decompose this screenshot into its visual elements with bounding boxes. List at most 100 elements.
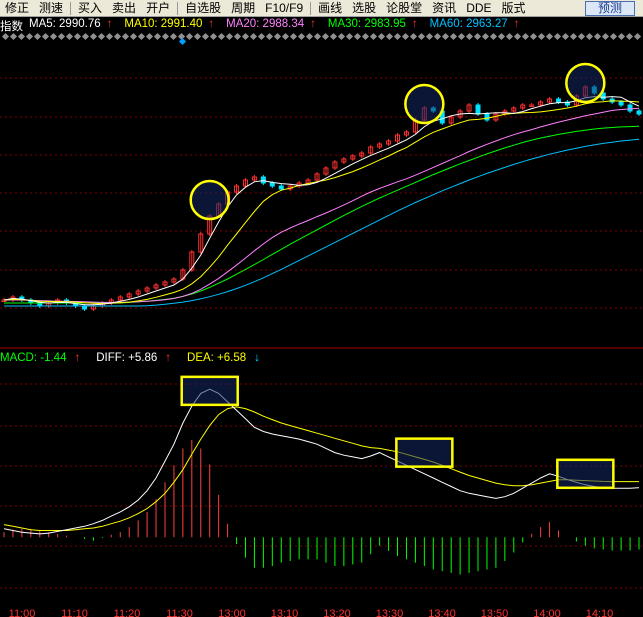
time-axis-label: 11:00 (9, 608, 36, 617)
marker-diamond (497, 32, 506, 41)
marker-diamond (257, 32, 266, 41)
marker-diamond (561, 32, 570, 41)
marker-diamond (305, 32, 314, 41)
marker-diamond (105, 32, 114, 41)
marker-diamond (113, 32, 122, 41)
marker-diamond (57, 32, 66, 41)
time-axis-label: 11:10 (61, 608, 88, 617)
ma5-line (3, 96, 640, 306)
marker-diamond (617, 32, 626, 41)
marker-diamond (337, 32, 346, 41)
marker-diamond (297, 32, 306, 41)
marker-diamond (441, 32, 450, 41)
stock-chart[interactable]: 11:00 11:10 11:20 11:30 13:00 13:10 13:20 13:30… (0, 0, 643, 617)
marker-diamond (1, 32, 10, 41)
marker-diamond (17, 32, 26, 41)
marker-diamond (489, 32, 498, 41)
macd-dea-line (3, 406, 639, 531)
marker-diamond (273, 32, 282, 41)
marker-diamond (457, 32, 466, 41)
marker-diamond (377, 32, 386, 41)
candle-body (269, 182, 275, 187)
highlight-box (395, 437, 454, 468)
marker-diamond (241, 32, 250, 41)
time-axis-label: 14:10 (586, 608, 614, 617)
marker-diamond (449, 32, 458, 41)
time-axis-label: 13:50 (481, 608, 509, 617)
marker-diamond (289, 32, 298, 41)
marker-diamond (169, 32, 178, 41)
time-axis-label: 13:30 (376, 608, 404, 617)
marker-diamond (329, 32, 338, 41)
marker-diamond (233, 32, 242, 41)
marker-diamond (545, 32, 554, 41)
time-axis-label: 13:40 (428, 608, 456, 617)
marker-diamond (585, 32, 594, 41)
marker-diamond (609, 32, 618, 41)
marker-diamond (73, 32, 82, 41)
marker-diamond (25, 32, 34, 41)
marker-diamond (353, 32, 362, 41)
time-axis-label: 14:00 (533, 608, 561, 617)
marker-diamond (145, 32, 154, 41)
time-axis-label: 13:20 (323, 608, 351, 617)
marker-diamond (369, 32, 378, 41)
marker-diamond (129, 32, 138, 41)
marker-diamond (385, 32, 394, 41)
marker-diamond (577, 32, 586, 41)
marker-diamond (9, 32, 18, 41)
marker-diamond (89, 32, 98, 41)
marker-diamond (313, 32, 322, 41)
marker-diamond (513, 32, 522, 41)
marker-diamond (153, 32, 162, 41)
marker-diamond (65, 32, 74, 41)
marker-diamond (633, 32, 642, 41)
marker-diamond (465, 32, 474, 41)
highlight-box (180, 375, 239, 407)
marker-diamond (185, 32, 194, 41)
marker-diamond (409, 32, 418, 41)
marker-diamond (625, 32, 634, 41)
marker-diamond (201, 32, 210, 41)
highlight-box (556, 458, 615, 490)
marker-diamond (321, 32, 330, 41)
marker-diamond-current (178, 37, 187, 46)
macd-diff-line (3, 388, 640, 535)
marker-diamond (361, 32, 370, 41)
candle-body (636, 110, 642, 115)
marker-diamond (425, 32, 434, 41)
highlight-circle (565, 62, 606, 104)
ma10-line (3, 100, 640, 305)
marker-diamond (433, 32, 442, 41)
marker-diamond (553, 32, 562, 41)
highlight-circle (189, 179, 230, 221)
marker-diamond (529, 32, 538, 41)
marker-diamond (161, 32, 170, 41)
marker-diamond (33, 32, 42, 41)
marker-diamond (249, 32, 258, 41)
marker-diamond (193, 32, 202, 41)
marker-diamond (209, 32, 218, 41)
marker-diamond (137, 32, 146, 41)
marker-diamond (41, 32, 50, 41)
marker-diamond (81, 32, 90, 41)
marker-diamond (49, 32, 58, 41)
marker-diamond (521, 32, 530, 41)
marker-diamond (97, 32, 106, 41)
marker-diamond (225, 32, 234, 41)
time-axis-label: 11:20 (114, 608, 141, 617)
time-axis-label: 13:10 (271, 608, 299, 617)
marker-diamond (601, 32, 610, 41)
time-axis-label: 13:00 (218, 608, 246, 617)
candle-body (556, 98, 562, 103)
marker-diamond (217, 32, 226, 41)
marker-diamond (505, 32, 514, 41)
marker-diamond (401, 32, 410, 41)
marker-diamond (569, 32, 578, 41)
marker-diamond (473, 32, 482, 41)
marker-diamond (593, 32, 602, 41)
candle-body (475, 104, 481, 115)
marker-diamond (345, 32, 354, 41)
candle-body (260, 176, 266, 184)
candle-body (618, 101, 624, 106)
